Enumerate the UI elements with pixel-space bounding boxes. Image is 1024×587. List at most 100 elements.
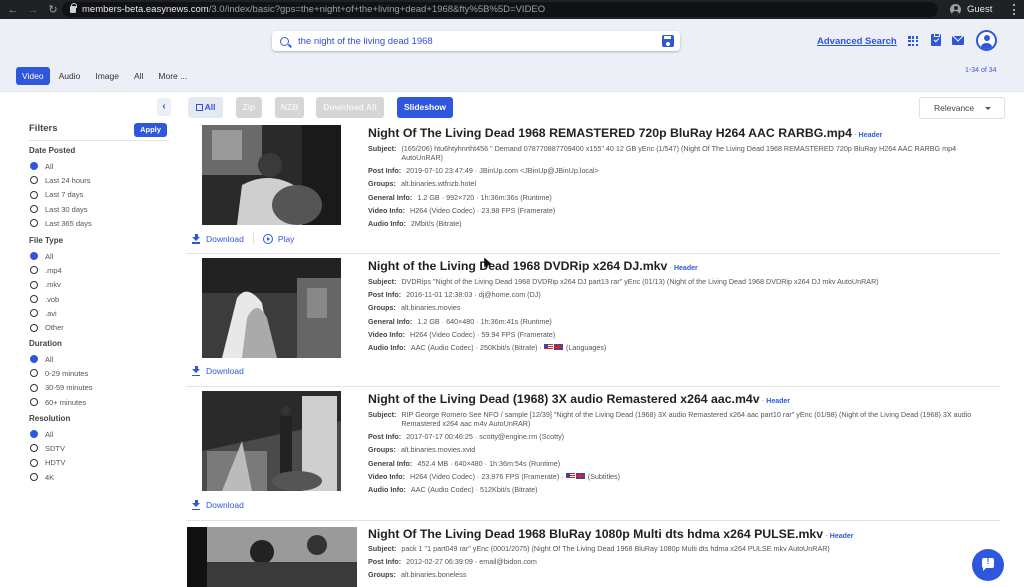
download-link[interactable]: Download [206,500,244,510]
save-search-icon[interactable] [662,35,674,47]
clipboard-check-icon[interactable] [931,33,941,46]
filter-option[interactable]: .vob [29,292,64,306]
radio[interactable] [30,176,38,185]
filter-option-label: .mp4 [45,265,62,275]
result-title-text[interactable]: Night Of The Living Dead 1968 BluRay 108… [368,527,823,541]
filters-panel: Filters Apply Date Posted All Last 24 ho… [29,123,169,482]
filter-option[interactable]: All [29,352,93,366]
filter-option[interactable]: .mp4 [29,263,64,277]
radio[interactable] [30,383,38,392]
search-icon [280,36,289,46]
radio-selected[interactable] [30,162,38,171]
play-link[interactable]: Play [278,234,295,244]
radio[interactable] [30,473,38,482]
filter-option[interactable]: 60+ minutes [29,395,93,409]
download-link[interactable]: Download [206,234,244,244]
tab-video[interactable]: Video [16,67,50,85]
filter-option[interactable]: All [29,159,92,173]
groups-value: alt.binaries.movies.xvid [400,445,476,455]
filter-option[interactable]: 30-59 minutes [29,381,93,395]
radio[interactable] [30,205,38,214]
video-thumbnail[interactable] [202,391,341,491]
radio[interactable] [30,219,38,228]
filter-option[interactable]: All [29,249,64,263]
result-title[interactable]: Night of the Living Dead (1968) 3X audio… [368,392,790,406]
result-title[interactable]: Night Of The Living Dead 1968 BluRay 108… [368,527,854,541]
result-title-text[interactable]: Night Of The Living Dead 1968 REMASTERED… [368,126,852,140]
filter-option[interactable]: 4K [29,470,70,484]
forward-icon[interactable]: → [26,4,40,16]
filter-option[interactable]: Other [29,320,64,334]
radio-selected[interactable] [30,430,38,439]
header-link[interactable]: Header [859,132,883,139]
slideshow-button[interactable]: Slideshow [397,97,453,118]
browser-menu-icon[interactable] [1012,4,1015,15]
audio-info-value: 2Mbit/s (Bitrate) [410,218,462,228]
advanced-search-link[interactable]: Advanced Search [817,36,897,47]
radio-selected[interactable] [30,252,38,261]
video-thumbnail[interactable] [187,527,357,587]
header-link[interactable]: Header [674,265,698,272]
header-link[interactable]: Header [766,398,790,405]
radio[interactable] [30,458,38,467]
result-title[interactable]: Night of the Living Dead 1968 DVDRip x26… [368,259,698,273]
address-bar[interactable]: members-beta.easynews.com/3.0/index/basi… [62,2,938,17]
back-icon[interactable]: ← [6,4,20,16]
grid-icon[interactable] [908,36,919,47]
filter-option-label: Last 7 days [45,190,84,200]
sort-select[interactable]: Relevance [919,97,1005,119]
collapse-filters-button[interactable]: ‹ [157,98,171,116]
header-link[interactable]: Header [830,533,854,540]
radio[interactable] [30,369,38,378]
filter-option[interactable]: HDTV [29,456,70,470]
apply-filters-button[interactable]: Apply [134,123,167,137]
result-title[interactable]: Night Of The Living Dead 1968 REMASTERED… [368,126,882,140]
radio[interactable] [30,398,38,407]
filter-option[interactable]: .mkv [29,278,64,292]
filter-option[interactable]: 0-29 minutes [29,366,93,380]
radio[interactable] [30,295,38,304]
filter-option[interactable]: Last 30 days [29,202,92,216]
radio[interactable] [30,280,38,289]
select-all-button[interactable]: All [188,97,223,118]
result-title-text[interactable]: Night of the Living Dead (1968) 3X audio… [368,392,760,406]
filter-option[interactable]: .avi [29,306,64,320]
radio[interactable] [30,309,38,318]
filter-option[interactable]: Last 24 hours [29,173,92,187]
tab-audio[interactable]: Audio [53,67,87,85]
search-input[interactable] [298,35,648,47]
zip-button[interactable]: Zip [236,97,262,118]
filter-option[interactable]: SDTV [29,441,70,455]
download-icon [192,366,200,376]
filter-option[interactable]: Last 365 days [29,216,92,230]
radio[interactable] [30,190,38,199]
result-meta: Subject: RIP George Romero See NFO / samp… [368,410,988,498]
filter-option-label: 4K [45,472,55,482]
profile-button[interactable]: Guest [950,2,992,17]
download-all-button[interactable]: Download All [316,97,384,118]
filter-option-label: 60+ minutes [45,397,87,407]
mail-icon[interactable] [952,36,964,45]
account-icon[interactable] [976,30,997,51]
tab-more[interactable]: More ... [152,67,193,85]
filter-option[interactable]: Last 7 days [29,188,92,202]
tab-image[interactable]: Image [89,67,125,85]
radio[interactable] [30,444,38,453]
feedback-button[interactable] [972,549,1004,581]
download-link[interactable]: Download [206,366,244,376]
post-info-label: Post Info: [368,290,402,300]
radio-selected[interactable] [30,355,38,364]
result-divider [186,253,1000,254]
select-all-label: All [204,102,216,112]
tab-all[interactable]: All [128,67,149,85]
reload-icon[interactable]: ↻ [46,3,60,16]
filter-option-label: 0-29 minutes [45,368,89,378]
video-thumbnail[interactable] [202,258,341,358]
radio[interactable] [30,266,38,275]
filter-option[interactable]: All [29,427,70,441]
nzb-button[interactable]: NZB [275,97,304,118]
radio[interactable] [30,323,38,332]
video-thumbnail[interactable] [202,125,341,225]
result-title-text[interactable]: Night of the Living Dead 1968 DVDRip x26… [368,259,667,273]
subject-value: RIP George Romero See NFO / sample [12/3… [401,410,972,428]
